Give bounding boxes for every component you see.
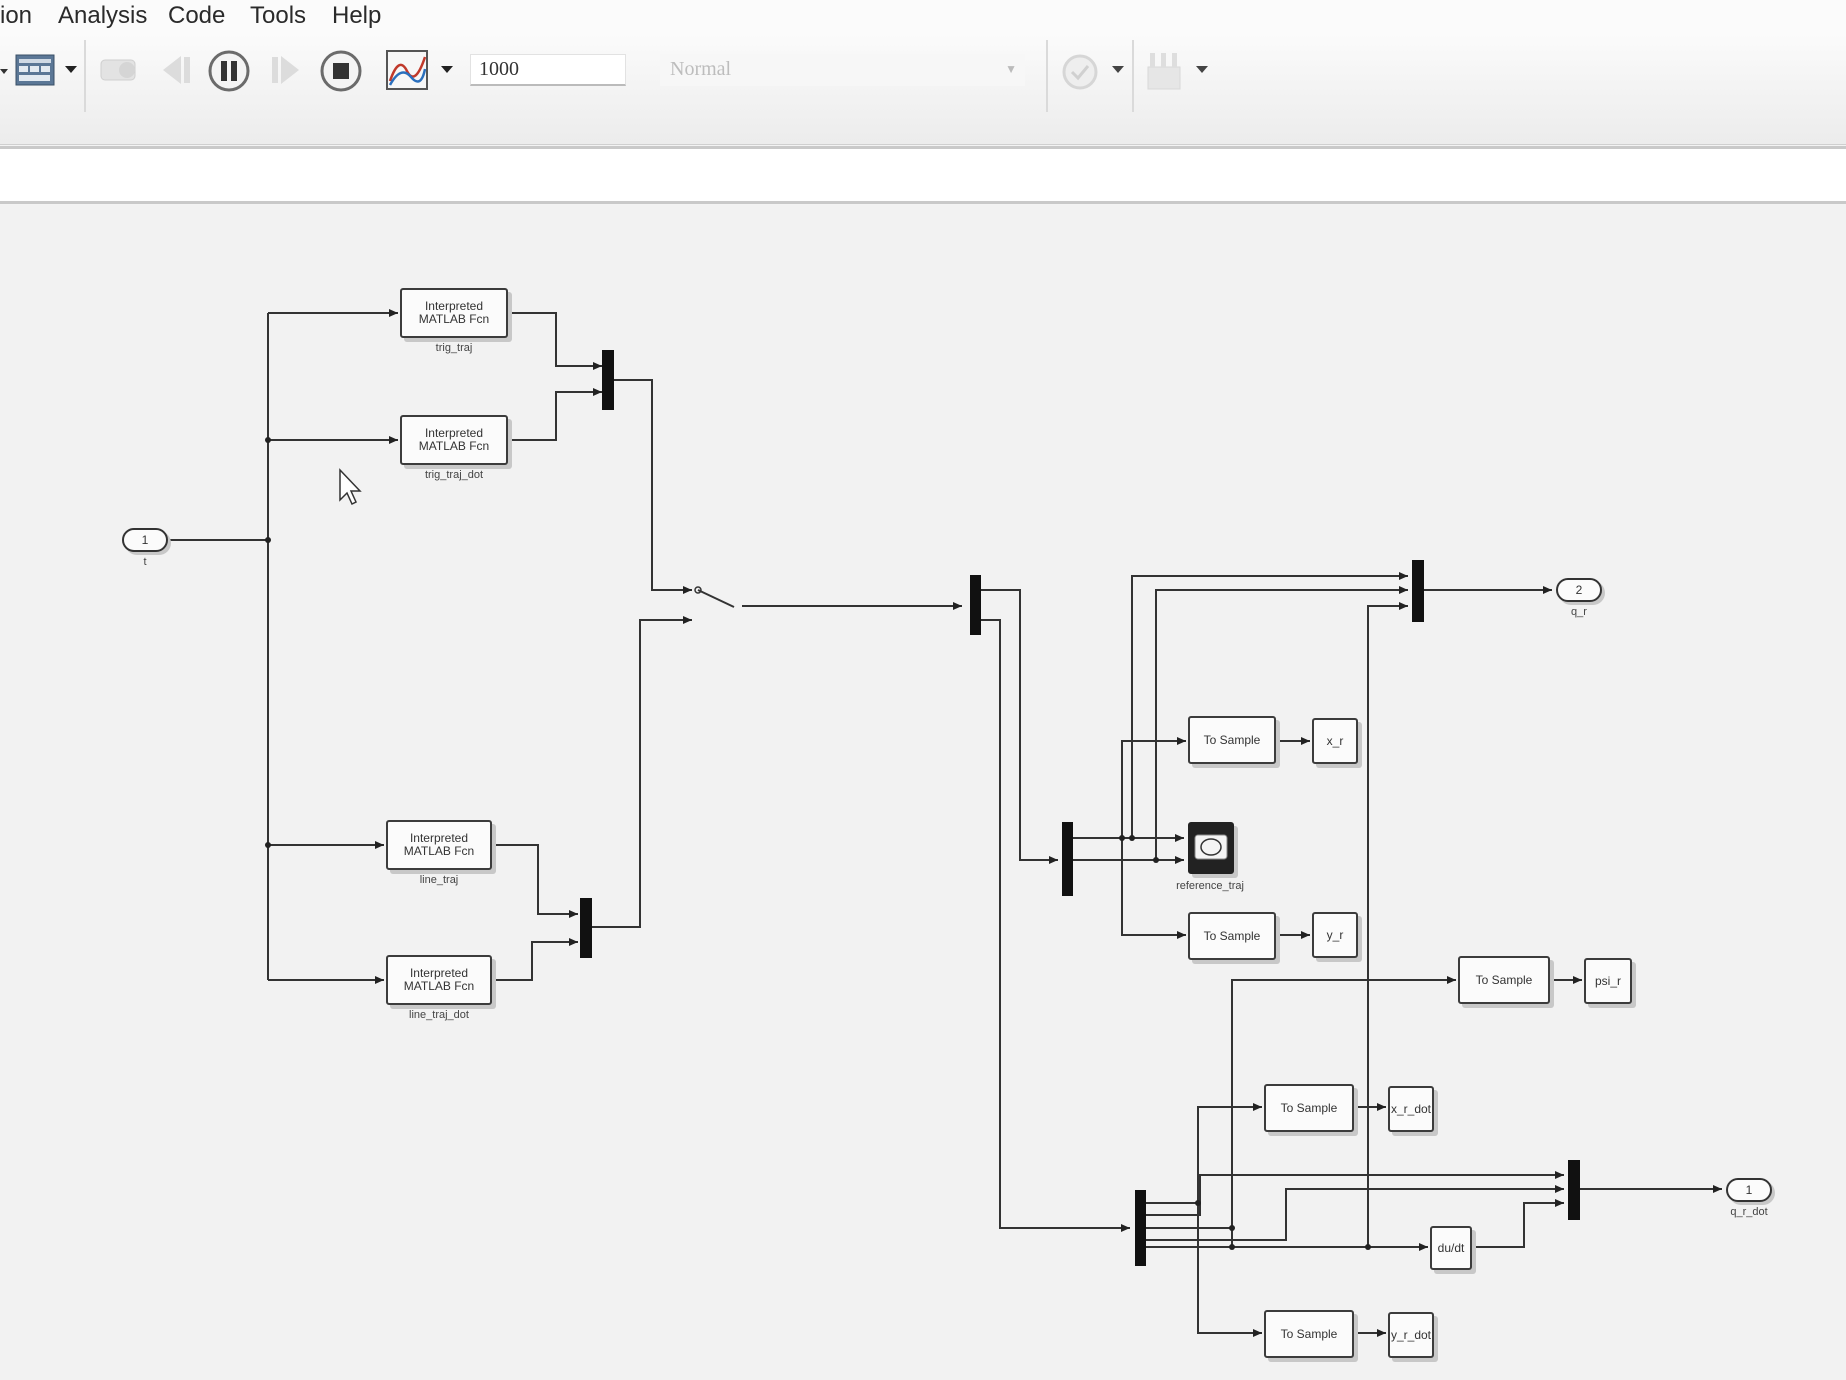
to-sample-block-psi[interactable]: To Sample <box>1458 956 1550 1004</box>
workspace-var-x-r[interactable]: x_r <box>1312 718 1358 764</box>
outport-q-r-dot-label: q_r_dot <box>1730 1206 1768 1218</box>
derivative-block[interactable]: du/dt <box>1430 1226 1472 1270</box>
workspace-var-y-r-dot[interactable]: y_r_dot <box>1388 1312 1434 1358</box>
fcn-block-trig-traj[interactable]: Interpreted MATLAB Fcn <box>400 288 508 338</box>
inport-t[interactable]: 1 <box>122 528 168 552</box>
demux-lower[interactable] <box>1135 1190 1146 1266</box>
workspace-var-y-r[interactable]: y_r <box>1312 912 1358 958</box>
demux-scope[interactable] <box>1062 822 1073 896</box>
fcn-block-trig-traj-dot[interactable]: Interpreted MATLAB Fcn <box>400 415 508 465</box>
workspace-var-psi-r[interactable]: psi_r <box>1584 958 1632 1004</box>
mux-q-r[interactable] <box>1412 560 1424 622</box>
scope-block[interactable] <box>1188 822 1234 874</box>
demux-main[interactable] <box>970 575 981 635</box>
scope-label: reference_traj <box>1176 880 1244 892</box>
fcn-label-trig-traj: trig_traj <box>435 342 473 354</box>
mux-line[interactable] <box>580 898 592 958</box>
fcn-label-line-traj: line_traj <box>419 874 459 886</box>
switch-block[interactable] <box>688 580 710 624</box>
to-sample-block-x[interactable]: To Sample <box>1188 716 1276 764</box>
fcn-label-line-traj-dot: line_traj_dot <box>409 1009 469 1021</box>
scope-icon <box>1194 834 1228 860</box>
inport-t-label: t <box>143 556 147 568</box>
to-sample-block-x-dot[interactable]: To Sample <box>1264 1084 1354 1132</box>
mouse-pointer-icon <box>339 468 362 506</box>
outport-q-r[interactable]: 2 <box>1556 578 1602 602</box>
outport-q-r-label: q_r <box>1571 606 1587 618</box>
to-sample-block-y[interactable]: To Sample <box>1188 912 1276 960</box>
mux-q-r-dot[interactable] <box>1568 1160 1580 1220</box>
fcn-block-line-traj[interactable]: Interpreted MATLAB Fcn <box>386 820 492 870</box>
to-sample-block-y-dot[interactable]: To Sample <box>1264 1310 1354 1358</box>
outport-q-r-dot[interactable]: 1 <box>1726 1178 1772 1202</box>
workspace-var-x-r-dot[interactable]: x_r_dot <box>1388 1086 1434 1132</box>
mux-trig[interactable] <box>602 350 614 410</box>
fcn-label-trig-traj-dot: trig_traj_dot <box>424 469 484 481</box>
fcn-block-line-traj-dot[interactable]: Interpreted MATLAB Fcn <box>386 955 492 1005</box>
